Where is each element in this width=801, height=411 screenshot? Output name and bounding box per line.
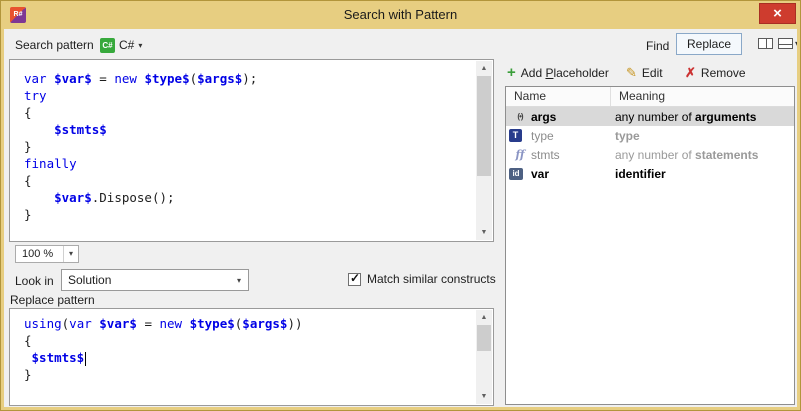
- remove-placeholder-button[interactable]: ✗ Remove: [685, 63, 746, 83]
- match-similar-label: Match similar constructs: [367, 272, 496, 286]
- text-caret: [85, 352, 86, 366]
- scroll-up-icon[interactable]: ▲: [476, 61, 492, 76]
- remove-label: Remove: [701, 66, 746, 80]
- replace-pattern-code[interactable]: using(var $var$ = new $type$($args$)){ $…: [10, 309, 476, 405]
- window-title: Search with Pattern: [1, 7, 800, 22]
- code-line: finally: [24, 155, 476, 172]
- search-with-pattern-dialog: R# Search with Pattern × Search pattern …: [0, 0, 801, 411]
- code-line: {: [24, 332, 476, 349]
- code-line: $stmts$: [24, 121, 476, 138]
- search-pattern-code[interactable]: var $var$ = new $type$($args$);try{ $stm…: [10, 60, 476, 241]
- code-line: }: [24, 206, 476, 223]
- add-placeholder-label: Add Placeholder: [521, 66, 609, 80]
- code-line: {: [24, 104, 476, 121]
- placeholder-table[interactable]: Name Meaning (•)argsany number of argume…: [505, 86, 795, 405]
- chevron-down-icon: ▾: [230, 276, 248, 285]
- scroll-down-icon[interactable]: ▼: [476, 225, 492, 240]
- remove-icon: ✗: [685, 65, 696, 81]
- look-in-combobox[interactable]: Solution ▾: [61, 269, 249, 291]
- csharp-language-icon: C#: [100, 38, 115, 53]
- column-header-name[interactable]: Name: [506, 87, 611, 106]
- add-placeholder-button[interactable]: + Add Placeholder: [507, 63, 609, 83]
- title-bar[interactable]: R# Search with Pattern ×: [1, 1, 800, 29]
- replace-tab[interactable]: Replace: [676, 33, 742, 55]
- look-in-label: Look in: [15, 274, 54, 288]
- scrollbar-thumb[interactable]: [477, 325, 491, 351]
- match-similar-checkbox[interactable]: ✓ Match similar constructs: [348, 272, 496, 286]
- placeholder-meaning: type: [615, 129, 794, 143]
- code-line: $stmts$: [24, 349, 476, 366]
- placeholder-meaning: any number of arguments: [615, 110, 794, 124]
- pencil-icon: ✎: [626, 65, 637, 81]
- edit-label: Edit: [642, 66, 663, 80]
- add-icon: +: [507, 66, 516, 80]
- language-selector[interactable]: C# C# ▾: [100, 36, 142, 54]
- placeholder-row-args[interactable]: (•)argsany number of arguments: [506, 107, 794, 126]
- search-pattern-label: Search pattern: [15, 38, 94, 52]
- code-line: }: [24, 138, 476, 155]
- search-editor-scrollbar[interactable]: ▲ ▼: [476, 61, 492, 240]
- args-placeholder-icon: (•): [509, 112, 531, 121]
- placeholder-name: args: [531, 110, 615, 124]
- placeholder-meaning: identifier: [615, 167, 794, 181]
- placeholder-name: stmts: [531, 148, 615, 162]
- type-placeholder-icon: T: [509, 129, 522, 142]
- var-placeholder-icon: id: [509, 168, 523, 180]
- placeholder-row-var[interactable]: idvaridentifier: [506, 164, 794, 183]
- code-line: $var$.Dispose();: [24, 189, 476, 206]
- language-label: C#: [119, 38, 134, 52]
- replace-pattern-label: Replace pattern: [10, 293, 95, 307]
- zoom-selector[interactable]: 100 % ▾: [15, 245, 79, 263]
- zoom-value: 100 %: [16, 246, 63, 262]
- scroll-up-icon[interactable]: ▲: [476, 310, 492, 325]
- vertical-split-icon: [758, 38, 773, 49]
- column-header-meaning[interactable]: Meaning: [611, 87, 794, 106]
- code-line: try: [24, 87, 476, 104]
- scrollbar-thumb[interactable]: [477, 76, 491, 176]
- find-tab[interactable]: Find: [646, 39, 669, 53]
- placeholder-row-type[interactable]: Ttypetype: [506, 126, 794, 145]
- replace-editor-scrollbar[interactable]: ▲ ▼: [476, 310, 492, 404]
- edit-placeholder-button[interactable]: ✎ Edit: [626, 63, 663, 83]
- checkbox-checked-icon: ✓: [348, 273, 361, 286]
- layout-vertical-button[interactable]: [758, 38, 773, 49]
- placeholder-name: var: [531, 167, 615, 181]
- code-line: using(var $var$ = new $type$($args$)): [24, 315, 476, 332]
- close-icon: ×: [773, 5, 782, 22]
- chevron-down-icon: ▾: [795, 39, 797, 48]
- search-pattern-editor[interactable]: var $var$ = new $type$($args$);try{ $stm…: [9, 59, 494, 242]
- replace-pattern-editor[interactable]: using(var $var$ = new $type$($args$)){ $…: [9, 308, 494, 406]
- stmts-placeholder-icon: ff: [509, 148, 531, 161]
- layout-options-button[interactable]: ▾: [778, 38, 797, 49]
- scroll-down-icon[interactable]: ▼: [476, 389, 492, 404]
- dialog-content: Search pattern C# C# ▾ Find Replace ▾ va…: [4, 29, 797, 407]
- look-in-value: Solution: [62, 273, 230, 287]
- placeholder-name: type: [531, 129, 615, 143]
- chevron-down-icon: ▾: [138, 41, 142, 50]
- code-line: var $var$ = new $type$($args$);: [24, 70, 476, 87]
- placeholder-meaning: any number of statements: [615, 148, 794, 162]
- code-line: }: [24, 366, 476, 383]
- chevron-down-icon: ▾: [63, 246, 78, 262]
- placeholder-row-stmts[interactable]: ffstmtsany number of statements: [506, 145, 794, 164]
- table-header: Name Meaning: [506, 87, 794, 107]
- close-button[interactable]: ×: [759, 3, 796, 24]
- horizontal-split-icon: [778, 38, 793, 49]
- code-line: {: [24, 172, 476, 189]
- placeholder-rows: (•)argsany number of argumentsTtypetypef…: [506, 107, 794, 183]
